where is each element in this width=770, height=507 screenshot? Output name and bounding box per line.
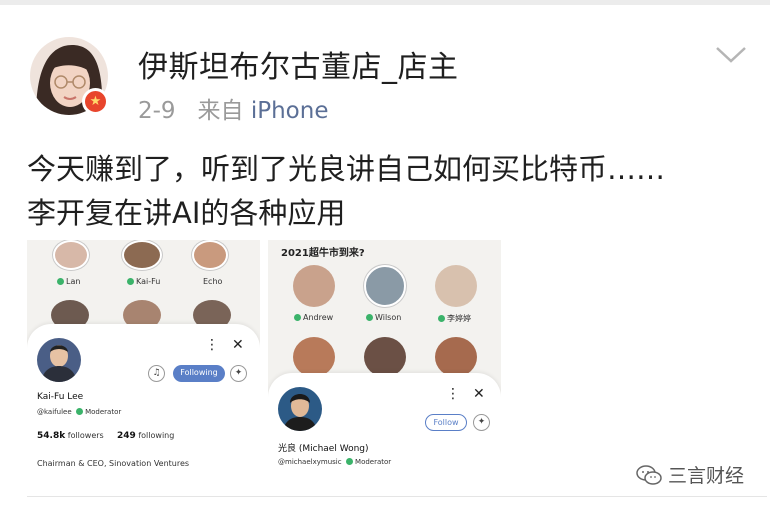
profile-name: Kai-Fu Lee	[37, 392, 84, 402]
profile-card: ⋮ ✕ Follow ✦ 光良 (Michael Wong) @michaelx…	[268, 373, 501, 472]
grid-name: Lan	[57, 277, 80, 286]
grid-avatar	[364, 337, 406, 377]
bell-icon[interactable]: ♫	[148, 365, 165, 382]
chevron-down-icon[interactable]	[714, 44, 748, 66]
grid-avatar	[435, 265, 477, 307]
grid-name: Kai-Fu	[127, 277, 160, 286]
profile-avatar	[37, 338, 81, 382]
author-name[interactable]: 伊斯坦布尔古董店_店主	[138, 42, 459, 86]
post-date: 2-9	[138, 98, 176, 124]
following-count: 249 following	[117, 431, 175, 441]
wechat-icon	[636, 464, 662, 485]
follow-button[interactable]: Follow	[425, 414, 467, 431]
grid-avatar	[293, 265, 335, 307]
grid-name: Wilson	[366, 313, 401, 322]
profile-handle: @michaelxymusic Moderator	[278, 458, 392, 466]
grid-avatar	[192, 240, 228, 270]
star-icon[interactable]: ✦	[230, 365, 247, 382]
watermark-text: 三言财经	[668, 465, 745, 487]
grid-name: Echo	[203, 277, 223, 286]
profile-name: 光良 (Michael Wong)	[278, 444, 369, 454]
grid-avatar	[435, 337, 477, 377]
post-image-2[interactable]: 2021超牛市到来? Andrew Wilson 李婷婷 ⋮ ✕ Follow …	[268, 240, 501, 472]
post-via: 来自	[197, 98, 244, 124]
top-divider	[0, 0, 770, 5]
post-device: iPhone	[250, 98, 329, 124]
close-icon[interactable]: ✕	[473, 387, 485, 401]
more-options-icon[interactable]: ⋮	[446, 387, 460, 401]
grid-avatar	[122, 240, 162, 270]
following-button[interactable]: Following	[173, 365, 225, 382]
grid-avatar	[293, 337, 335, 377]
post-image-1[interactable]: Lan Kai-Fu Echo ⋮ ✕ ♫ Following ✦ Kai-Fu…	[27, 240, 260, 490]
watermark: 三言财经	[636, 461, 744, 488]
profile-bio: Chairman & CEO, Sinovation Ventures	[37, 459, 190, 468]
post-text-line: 李开复在讲AI的各种应用	[27, 196, 346, 230]
grid-avatar	[53, 240, 89, 270]
grid-name: 李婷婷	[438, 313, 471, 324]
more-options-icon[interactable]: ⋮	[205, 338, 219, 352]
post-text-line: 今天赚到了，听到了光良讲自己如何买比特币……	[27, 152, 666, 186]
room-title: 2021超牛市到来?	[281, 248, 365, 259]
profile-card: ⋮ ✕ ♫ Following ✦ Kai-Fu Lee @kaifulee M…	[27, 324, 260, 490]
bottom-divider	[27, 496, 767, 497]
grid-name: Andrew	[294, 313, 333, 322]
post-meta: 2-9 来自 iPhone	[138, 91, 328, 125]
close-icon[interactable]: ✕	[232, 338, 244, 352]
verified-badge-icon: ★	[82, 88, 109, 115]
post-text: 今天赚到了，听到了光良讲自己如何买比特币…… 李开复在讲AI的各种应用	[27, 147, 767, 235]
profile-handle: @kaifulee Moderator	[37, 408, 122, 416]
star-icon[interactable]: ✦	[473, 414, 490, 431]
grid-avatar	[364, 265, 406, 307]
profile-avatar	[278, 387, 322, 431]
followers-count: 54.8k followers	[37, 431, 104, 441]
